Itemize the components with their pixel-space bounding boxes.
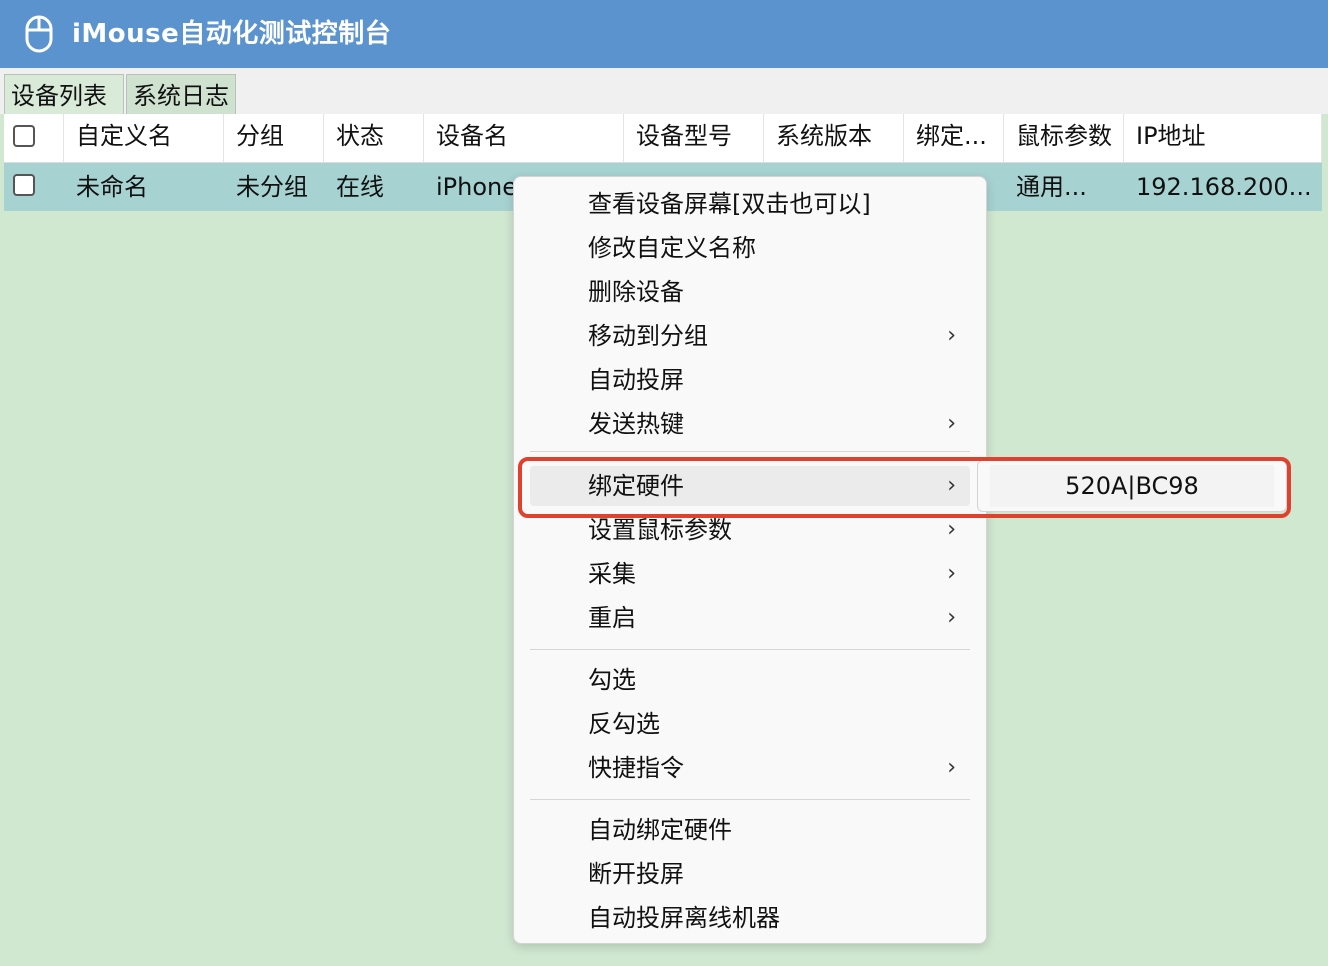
menu-item-label: 勾选 [588,666,636,694]
column-header-ip[interactable]: IP地址 [1124,114,1322,162]
menu-item-delete-device[interactable]: 删除设备 [530,272,970,312]
menu-item-label: 断开投屏 [588,860,684,888]
menu-separator [530,649,970,650]
menu-separator [530,799,970,800]
tab-device-list[interactable]: 设备列表 [4,74,124,114]
tab-strip: 设备列表 系统日志 [0,68,1328,114]
menu-item-label: 自动投屏离线机器 [588,904,780,932]
header-select-all-cell [4,114,64,162]
mouse-icon [25,15,53,53]
cell-status: 在线 [336,173,384,201]
menu-separator [530,451,970,452]
table-header: 自定义名 分组 状态 设备名 设备型号 系统版本 绑定... 鼠标参数 IP地址 [4,114,1322,163]
menu-item-auto-bind-hardware[interactable]: 自动绑定硬件 [530,810,970,850]
menu-item-label: 自动绑定硬件 [588,816,732,844]
cell-device-name: iPhone [436,173,518,201]
menu-item-capture[interactable]: 采集 › [530,554,970,594]
column-header-model[interactable]: 设备型号 [624,114,764,162]
menu-item-label: 移动到分组 [588,322,708,350]
menu-item-label: 自动投屏 [588,366,684,394]
menu-item-label: 修改自定义名称 [588,234,756,262]
column-header-os-version[interactable]: 系统版本 [764,114,904,162]
menu-item-check[interactable]: 勾选 [530,660,970,700]
menu-item-label: 重启 [588,604,636,632]
chevron-right-icon: › [947,605,956,630]
tab-system-log[interactable]: 系统日志 [126,74,236,114]
chevron-right-icon: › [947,561,956,586]
menu-item-send-hotkey[interactable]: 发送热键 › [530,404,970,444]
chevron-right-icon: › [947,323,956,348]
column-header-binding[interactable]: 绑定... [904,114,1004,162]
menu-item-restart[interactable]: 重启 › [530,598,970,638]
cell-ip: 192.168.200... [1136,173,1312,201]
menu-item-label: 查看设备屏幕[双击也可以] [588,190,871,218]
menu-item-move-to-group[interactable]: 移动到分组 › [530,316,970,356]
menu-item-label: 采集 [588,560,636,588]
menu-item-uncheck[interactable]: 反勾选 [530,704,970,744]
select-all-checkbox[interactable] [13,125,35,147]
menu-item-view-screen[interactable]: 查看设备屏幕[双击也可以] [530,184,970,224]
menu-item-label: 删除设备 [588,278,684,306]
menu-item-rename[interactable]: 修改自定义名称 [530,228,970,268]
column-header-custom-name[interactable]: 自定义名 [64,114,224,162]
row-checkbox[interactable] [13,174,35,196]
title-bar: iMouse自动化测试控制台 [0,0,1328,68]
menu-item-auto-cast-offline[interactable]: 自动投屏离线机器 [530,898,970,938]
menu-item-shortcut-commands[interactable]: 快捷指令 › [530,748,970,788]
column-header-group[interactable]: 分组 [224,114,324,162]
chevron-right-icon: › [947,411,956,436]
cell-custom-name: 未命名 [76,173,148,201]
menu-item-label: 快捷指令 [588,754,684,782]
column-header-mouse-params[interactable]: 鼠标参数 [1004,114,1124,162]
menu-item-label: 发送热键 [588,410,684,438]
menu-item-label: 设置鼠标参数 [588,516,732,544]
menu-item-disconnect-cast[interactable]: 断开投屏 [530,854,970,894]
context-menu: 查看设备屏幕[双击也可以] 修改自定义名称 删除设备 移动到分组 › 自动投屏 发… [513,176,987,944]
column-header-status[interactable]: 状态 [324,114,424,162]
column-header-device-name[interactable]: 设备名 [424,114,624,162]
annotation-highlight-box [518,457,1291,518]
menu-item-label: 反勾选 [588,710,660,738]
chevron-right-icon: › [947,755,956,780]
menu-item-auto-cast[interactable]: 自动投屏 [530,360,970,400]
cell-mouse-params: 通用... [1016,173,1087,201]
cell-group: 未分组 [236,173,308,201]
app-title: iMouse自动化测试控制台 [72,19,392,49]
